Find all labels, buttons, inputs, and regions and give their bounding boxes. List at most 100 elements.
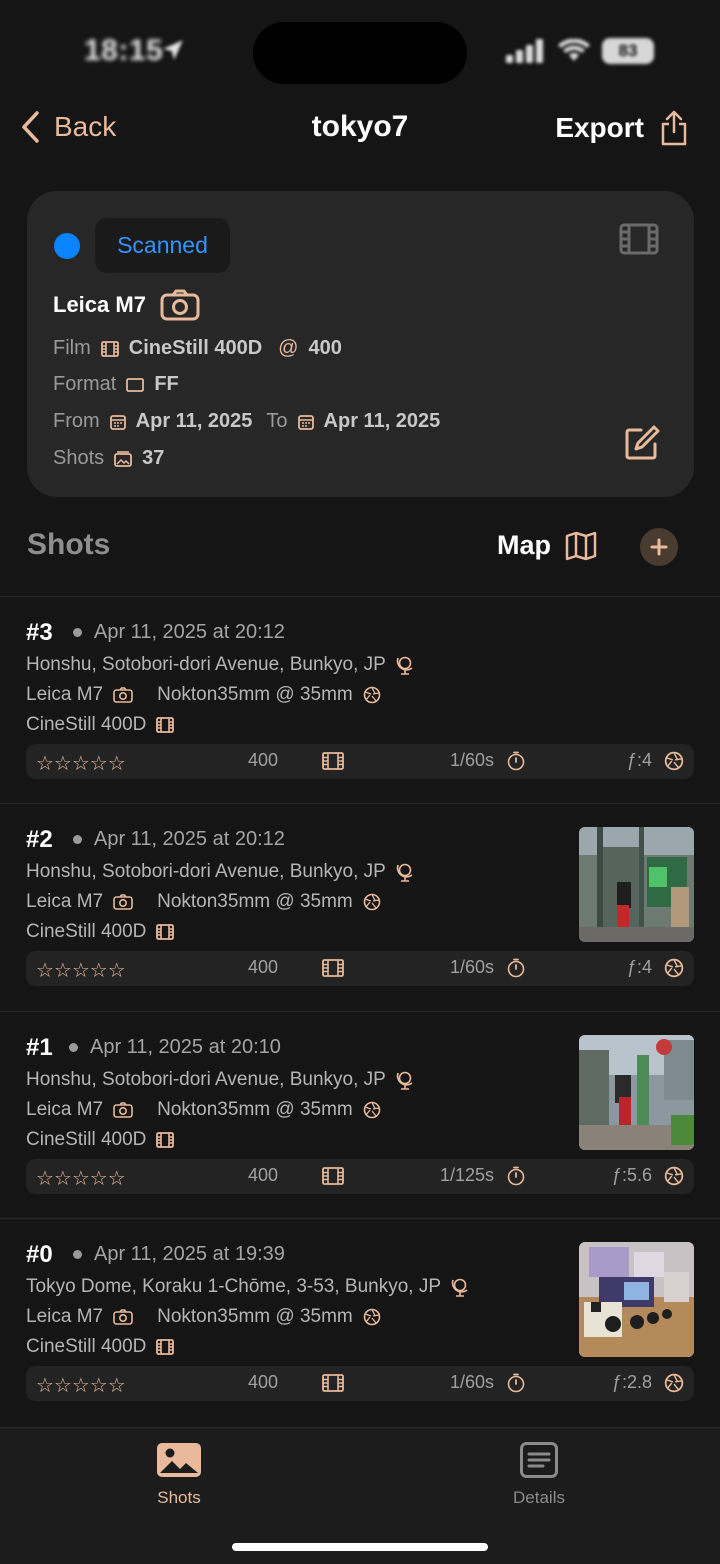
- shot-date: Apr 11, 2025 at 20:12: [73, 828, 285, 851]
- camera-icon: [113, 894, 133, 910]
- lens-text: Nokton35mm @ 35mm: [157, 1306, 353, 1327]
- film-value: CineStill 400D: [128, 337, 263, 359]
- film-strip-icon: [156, 1132, 175, 1148]
- camera-text: Leica M7: [26, 1306, 104, 1327]
- shot-film: CineStill 400D: [26, 714, 175, 736]
- shot-gear: Leica M7 Nokton35mm @ 35mm: [26, 1306, 381, 1328]
- shot-gear: Leica M7 Nokton35mm @ 35mm: [26, 1099, 381, 1121]
- film-strip-icon: [156, 717, 175, 733]
- shot-item[interactable]: #2 Apr 11, 2025 at 20:12 Honshu, Sotobor…: [0, 803, 720, 1010]
- tab-shots[interactable]: Shots: [119, 1442, 239, 1508]
- calendar-icon: [297, 414, 314, 430]
- format-label: Format: [53, 373, 117, 395]
- timer-icon: [507, 751, 525, 770]
- aperture-icon: [363, 686, 381, 704]
- shutter-text: 1/60s: [449, 1372, 494, 1392]
- film-strip-icon: [322, 751, 344, 770]
- timer-icon: [507, 1166, 525, 1185]
- film-icon[interactable]: [619, 223, 659, 255]
- from-label: From: [53, 410, 100, 432]
- iso-cell: 400: [248, 1165, 344, 1186]
- aperture-icon: [664, 751, 684, 770]
- location-arrow-icon: [163, 40, 183, 60]
- bullet: [69, 1043, 78, 1052]
- shot-date-text: Apr 11, 2025 at 20:12: [94, 828, 285, 850]
- at-symbol: @: [278, 337, 299, 359]
- document-icon: [520, 1442, 558, 1478]
- share-icon: [661, 110, 687, 146]
- export-button[interactable]: Export: [555, 110, 688, 146]
- shot-location: Honshu, Sotobori-dori Avenue, Bunkyo, JP: [26, 1069, 414, 1091]
- street-phone-photo: [579, 1035, 694, 1150]
- shots-count: 37: [142, 447, 165, 469]
- map-label: Map: [497, 530, 551, 560]
- shot-date-text: Apr 11, 2025 at 20:12: [94, 621, 285, 643]
- iso-text: 400: [248, 1165, 279, 1185]
- film-strip-icon: [156, 1339, 175, 1355]
- map-button[interactable]: Map: [497, 530, 597, 561]
- shot-film: CineStill 400D: [26, 1129, 175, 1151]
- tab-bar: Shots Details: [0, 1427, 720, 1564]
- exposure-bar: ☆☆☆☆☆ 400 1/60s ƒ:4: [26, 951, 694, 986]
- shot-date: Apr 11, 2025 at 20:12: [73, 621, 285, 644]
- shutter-cell: 1/60s: [416, 1372, 526, 1393]
- aperture-text: ƒ:2.8: [611, 1372, 652, 1392]
- camera-row: Leica M7: [53, 289, 200, 321]
- photo-icon: [157, 1443, 201, 1477]
- camera-name: Leica M7: [53, 292, 146, 317]
- shot-thumbnail[interactable]: [579, 1242, 694, 1357]
- edit-icon[interactable]: [624, 425, 660, 461]
- camera-icon: [160, 289, 200, 321]
- shutter-text: 1/60s: [449, 750, 494, 770]
- wifi-icon: [558, 39, 590, 61]
- status-badge[interactable]: Scanned: [95, 218, 230, 273]
- aperture-icon: [363, 893, 381, 911]
- star-rating[interactable]: ☆☆☆☆☆: [36, 1166, 126, 1191]
- timer-icon: [507, 958, 525, 977]
- tab-details[interactable]: Details: [479, 1442, 599, 1508]
- camera-icon: [113, 1102, 133, 1118]
- iso-cell: 400: [248, 1372, 344, 1393]
- film-text: CineStill 400D: [26, 1336, 147, 1357]
- aperture-icon: [363, 1101, 381, 1119]
- star-rating[interactable]: ☆☆☆☆☆: [36, 958, 126, 983]
- star-rating[interactable]: ☆☆☆☆☆: [36, 1373, 126, 1398]
- shot-item[interactable]: #3 Apr 11, 2025 at 20:12 Honshu, Sotobor…: [0, 596, 720, 803]
- aperture-cell: ƒ:4: [627, 750, 684, 771]
- map-icon: [565, 531, 597, 560]
- aperture-text: ƒ:4: [626, 750, 652, 770]
- shot-item[interactable]: #1 Apr 11, 2025 at 20:10 Honshu, Sotobor…: [0, 1011, 720, 1218]
- shot-thumbnail[interactable]: [579, 827, 694, 942]
- location-text: Honshu, Sotobori-dori Avenue, Bunkyo, JP: [26, 1069, 386, 1090]
- aperture-cell: ƒ:4: [627, 957, 684, 978]
- shot-date: Apr 11, 2025 at 20:10: [69, 1036, 281, 1059]
- aperture-cell: ƒ:5.6: [612, 1165, 684, 1186]
- globe-icon: [451, 1278, 468, 1297]
- roll-card: Scanned Leica M7 Film CineStill 400D @ 4…: [27, 191, 694, 497]
- from-date: Apr 11, 2025: [135, 410, 253, 432]
- film-text: CineStill 400D: [26, 1129, 147, 1150]
- shot-thumbnail[interactable]: [579, 1035, 694, 1150]
- shot-date: Apr 11, 2025 at 19:39: [73, 1243, 285, 1266]
- shot-gear: Leica M7 Nokton35mm @ 35mm: [26, 891, 381, 913]
- add-shot-button[interactable]: [640, 528, 678, 566]
- shot-location: Honshu, Sotobori-dori Avenue, Bunkyo, JP: [26, 861, 414, 883]
- status-dot: [54, 233, 80, 259]
- shot-number: #0: [26, 1241, 53, 1268]
- film-strip-icon: [322, 958, 344, 977]
- shot-number: #2: [26, 826, 53, 853]
- globe-icon: [396, 1071, 413, 1090]
- film-text: CineStill 400D: [26, 921, 147, 942]
- film-strip-icon: [322, 1373, 344, 1392]
- shot-item[interactable]: #0 Apr 11, 2025 at 19:39 Tokyo Dome, Kor…: [0, 1218, 720, 1425]
- shutter-cell: 1/60s: [416, 957, 526, 978]
- star-rating[interactable]: ☆☆☆☆☆: [36, 751, 126, 776]
- aperture-icon: [664, 1166, 684, 1185]
- shot-number: #3: [26, 619, 53, 646]
- iso-text: 400: [248, 750, 279, 770]
- shot-film: CineStill 400D: [26, 1336, 175, 1358]
- home-indicator: [232, 1543, 488, 1551]
- battery-indicator: 83: [602, 38, 654, 64]
- location-text: Tokyo Dome, Koraku 1-Chōme, 3-53, Bunkyo…: [26, 1276, 442, 1297]
- shutter-cell: 1/60s: [416, 750, 526, 771]
